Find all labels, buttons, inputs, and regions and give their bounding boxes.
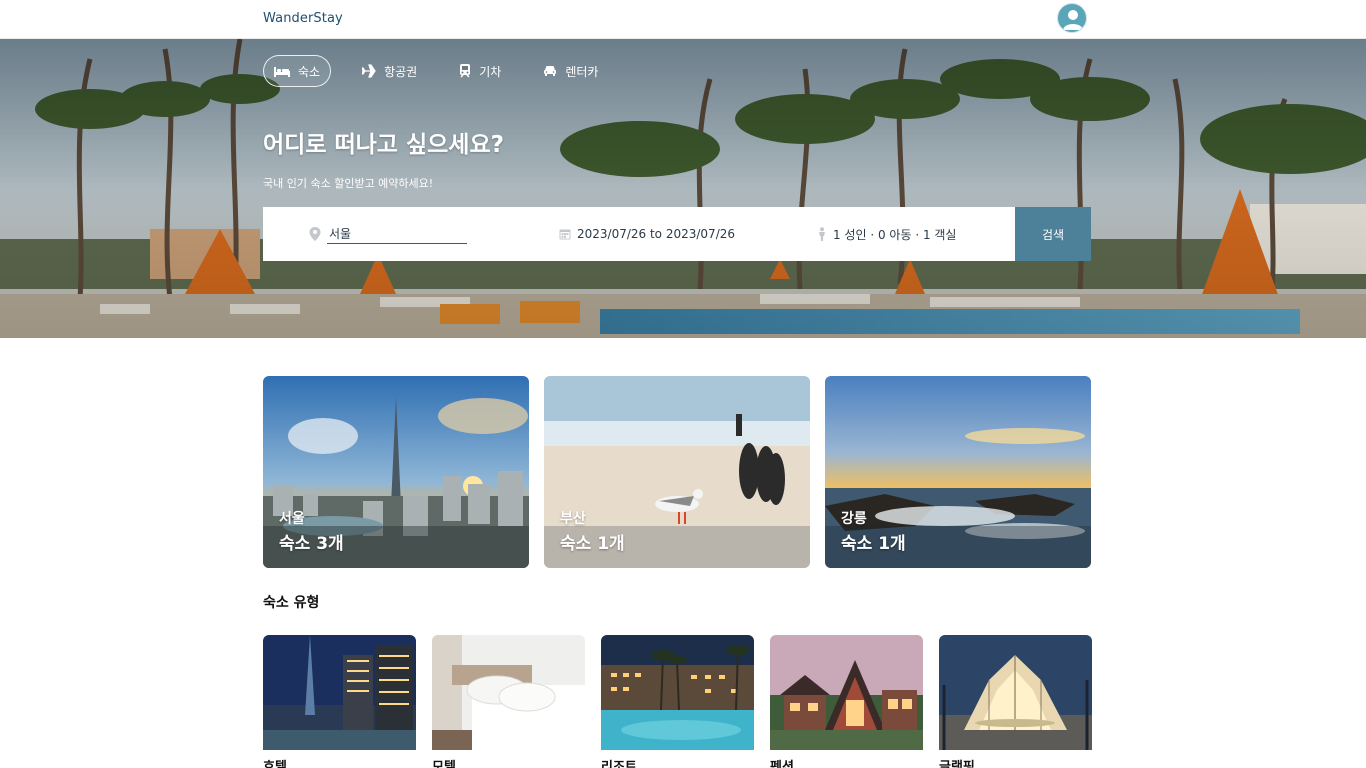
stay-type-label: 호텔 (263, 760, 287, 768)
city-name: 강릉 (841, 511, 867, 527)
guests-field[interactable]: 1 성인 · 0 아동 · 1 객실 (771, 207, 1029, 261)
user-icon (1063, 10, 1083, 30)
bed-icon (274, 67, 290, 77)
tab-train[interactable]: 기차 (448, 55, 512, 87)
stay-type-label: 모텔 (432, 760, 456, 768)
travel-category-tabs: 숙소 항공권 기차 렌터카 (263, 55, 629, 87)
glamping-image (939, 635, 1092, 750)
city-stay-count: 숙소 1개 (841, 534, 906, 554)
stay-type-list: 호텔 모텔 리조트 펜션 글램핑 (263, 635, 1108, 768)
location-field[interactable] (263, 207, 513, 261)
tab-flights[interactable]: 항공권 (351, 55, 428, 87)
stay-type-label: 글램핑 (939, 760, 975, 768)
person-icon (819, 227, 825, 241)
motel-image (432, 635, 585, 750)
stay-type-pension[interactable]: 펜션 (770, 635, 923, 768)
stay-type-label: 펜션 (770, 760, 794, 768)
tab-rental-car[interactable]: 렌터카 (532, 55, 609, 87)
tab-label: 렌터카 (565, 64, 599, 79)
stay-type-label: 리조트 (601, 760, 637, 768)
train-icon (460, 64, 471, 78)
hero-banner: 숙소 항공권 기차 렌터카 어디로 떠나고 싶으세요? 국내 인기 숙소 할인받… (0, 39, 1366, 338)
pension-image (770, 635, 923, 750)
city-stay-count: 숙소 1개 (560, 534, 625, 554)
airplane-icon (362, 64, 376, 78)
hotel-image (263, 635, 416, 750)
location-pin-icon (309, 227, 321, 241)
stay-type-motel[interactable]: 모텔 (432, 635, 585, 768)
hero-title: 어디로 떠나고 싶으세요? (263, 132, 504, 158)
search-button[interactable]: 검색 (1015, 207, 1091, 261)
guests-value: 1 성인 · 0 아동 · 1 객실 (833, 227, 957, 242)
location-input[interactable] (327, 224, 467, 244)
date-range-value: 2023/07/26 to 2023/07/26 (577, 227, 736, 241)
city-name: 서울 (279, 511, 305, 527)
car-icon (544, 66, 557, 76)
city-card-gangneung[interactable]: 강릉 숙소 1개 (825, 376, 1091, 568)
hero-background-image (0, 39, 1366, 338)
city-card-seoul[interactable]: 서울 숙소 3개 (263, 376, 529, 568)
top-navbar: WanderStay (0, 0, 1366, 39)
stay-type-glamping[interactable]: 글램핑 (939, 635, 1092, 768)
brand-logo[interactable]: WanderStay (263, 11, 343, 26)
hero-subtitle: 국내 인기 숙소 할인받고 예약하세요! (263, 177, 434, 190)
section-title-stay-types: 숙소 유형 (263, 595, 320, 611)
calendar-icon (559, 229, 571, 240)
tab-label: 기차 (479, 64, 502, 79)
stay-type-resort[interactable]: 리조트 (601, 635, 754, 768)
city-name: 부산 (560, 511, 586, 527)
city-card-busan[interactable]: 부산 숙소 1개 (544, 376, 810, 568)
tab-label: 숙소 (298, 64, 321, 79)
tab-label: 항공권 (384, 64, 418, 79)
popular-cities: 서울 숙소 3개 부산 숙소 1개 강릉 숙소 1개 (263, 376, 1106, 568)
city-stay-count: 숙소 3개 (279, 534, 344, 554)
tab-accommodation[interactable]: 숙소 (263, 55, 332, 87)
user-avatar[interactable] (1057, 3, 1087, 33)
date-range-field[interactable]: 2023/07/26 to 2023/07/26 (513, 207, 771, 261)
search-bar: 2023/07/26 to 2023/07/26 1 성인 · 0 아동 · 1… (263, 207, 1091, 261)
resort-image (601, 635, 754, 750)
stay-type-hotel[interactable]: 호텔 (263, 635, 416, 768)
